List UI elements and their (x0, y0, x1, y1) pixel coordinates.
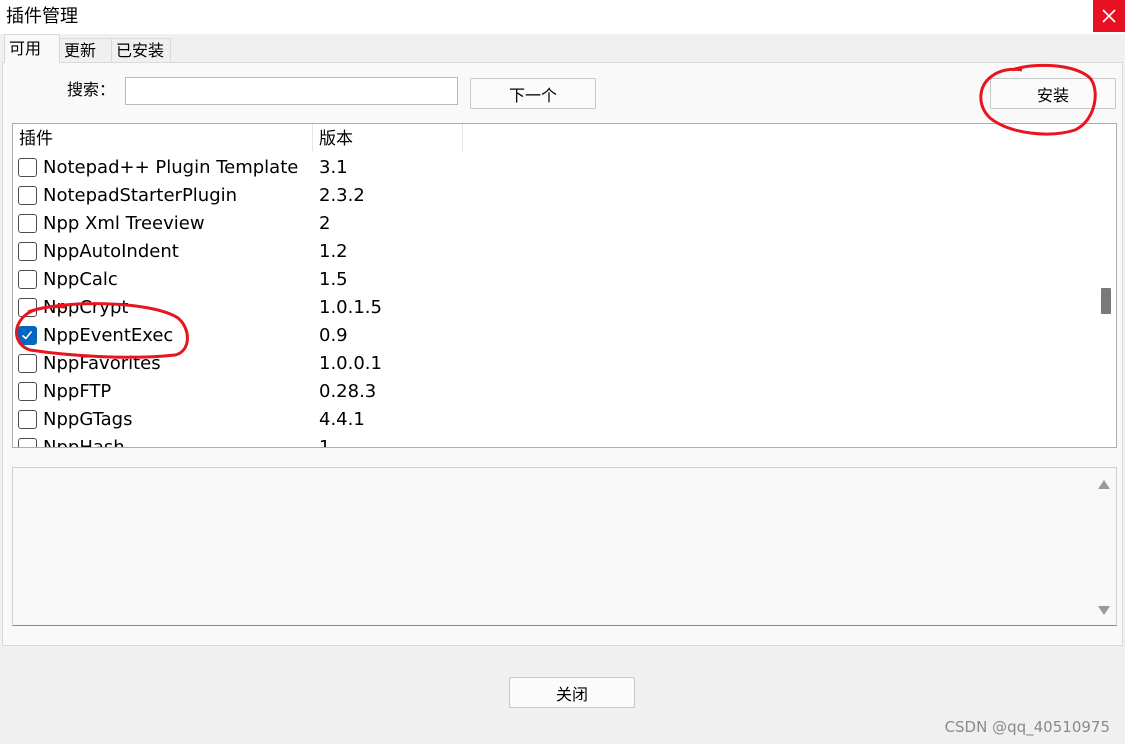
plugin-name: NppFTP (43, 381, 112, 402)
watermark: CSDN @qq_40510975 (944, 718, 1110, 736)
plugin-checkbox-checked[interactable] (18, 326, 37, 345)
plugin-version: 2 (319, 213, 331, 234)
plugin-name: NppEventExec (43, 325, 174, 346)
close-window-button[interactable] (1093, 0, 1125, 32)
close-icon (1102, 9, 1116, 23)
plugin-checkbox[interactable] (18, 242, 37, 261)
checkmark-icon (21, 330, 33, 340)
plugin-name: NppGTags (43, 409, 133, 430)
plugin-checkbox[interactable] (18, 438, 37, 447)
install-button[interactable]: 安装 (990, 78, 1116, 109)
plugin-name: NppAutoIndent (43, 241, 179, 262)
list-item[interactable]: Npp Xml Treeview 2 (13, 210, 1093, 238)
title-bar: 插件管理 (0, 0, 1125, 34)
plugin-version: 1.0.0.1 (319, 353, 382, 374)
list-header: 插件 版本 (13, 124, 463, 152)
plugin-checkbox[interactable] (18, 270, 37, 289)
plugin-checkbox[interactable] (18, 382, 37, 401)
plugin-name: Npp Xml Treeview (43, 213, 205, 234)
plugin-version: 2.3.2 (319, 185, 365, 206)
plugin-checkbox[interactable] (18, 410, 37, 429)
plugin-version: 0.9 (319, 325, 348, 346)
tab-installed[interactable]: 已安装 (111, 38, 171, 62)
plugin-checkbox[interactable] (18, 214, 37, 233)
plugin-name: NppHash (43, 437, 125, 448)
list-item[interactable]: NotepadStarterPlugin 2.3.2 (13, 182, 1093, 210)
column-header-plugin[interactable]: 插件 (13, 124, 313, 152)
plugin-version: 4.4.1 (319, 409, 365, 430)
description-scrollbar[interactable] (1092, 468, 1116, 625)
plugin-version: 1 (319, 437, 331, 448)
list-item[interactable]: NppEventExec 0.9 (13, 322, 1093, 350)
scroll-down-arrow-icon[interactable] (1098, 606, 1110, 615)
plugin-checkbox[interactable] (18, 354, 37, 373)
list-item[interactable]: NppHash 1 (13, 434, 1093, 448)
plugin-checkbox[interactable] (18, 158, 37, 177)
plugin-version: 0.28.3 (319, 381, 377, 402)
list-item[interactable]: NppFavorites 1.0.0.1 (13, 350, 1093, 378)
tab-available[interactable]: 可用 (4, 34, 60, 63)
plugin-name: Notepad++ Plugin Template (43, 157, 299, 178)
close-button[interactable]: 关闭 (509, 677, 635, 708)
column-header-version[interactable]: 版本 (313, 124, 463, 152)
list-item[interactable]: NppFTP 0.28.3 (13, 378, 1093, 406)
plugin-version: 1.2 (319, 241, 348, 262)
window-title: 插件管理 (6, 6, 78, 27)
list-item[interactable]: Notepad++ Plugin Template 3.1 (13, 154, 1093, 182)
list-item[interactable]: NppGTags 4.4.1 (13, 406, 1093, 434)
plugin-checkbox[interactable] (18, 298, 37, 317)
list-item[interactable]: NppCrypt 1.0.1.5 (13, 294, 1093, 322)
plugin-checkbox[interactable] (18, 186, 37, 205)
plugin-list: 插件 版本 Notepad++ Plugin Template 3.1 Note… (12, 123, 1117, 448)
list-scrollbar[interactable] (1096, 124, 1116, 447)
scrollbar-thumb[interactable] (1101, 288, 1111, 314)
plugin-name: NotepadStarterPlugin (43, 185, 238, 206)
plugin-name: NppCalc (43, 269, 118, 290)
plugin-version: 3.1 (319, 157, 348, 178)
plugin-version: 1.5 (319, 269, 348, 290)
scroll-up-arrow-icon[interactable] (1098, 480, 1110, 489)
plugin-name: NppFavorites (43, 353, 161, 374)
plugin-description-box[interactable] (12, 467, 1117, 626)
tab-updates[interactable]: 更新 (59, 38, 112, 62)
search-input[interactable] (125, 77, 458, 105)
list-item[interactable]: NppCalc 1.5 (13, 266, 1093, 294)
list-item[interactable]: NppAutoIndent 1.2 (13, 238, 1093, 266)
next-button[interactable]: 下一个 (470, 78, 596, 109)
plugin-version: 1.0.1.5 (319, 297, 382, 318)
plugin-name: NppCrypt (43, 297, 129, 318)
search-label: 搜索： (67, 80, 116, 99)
